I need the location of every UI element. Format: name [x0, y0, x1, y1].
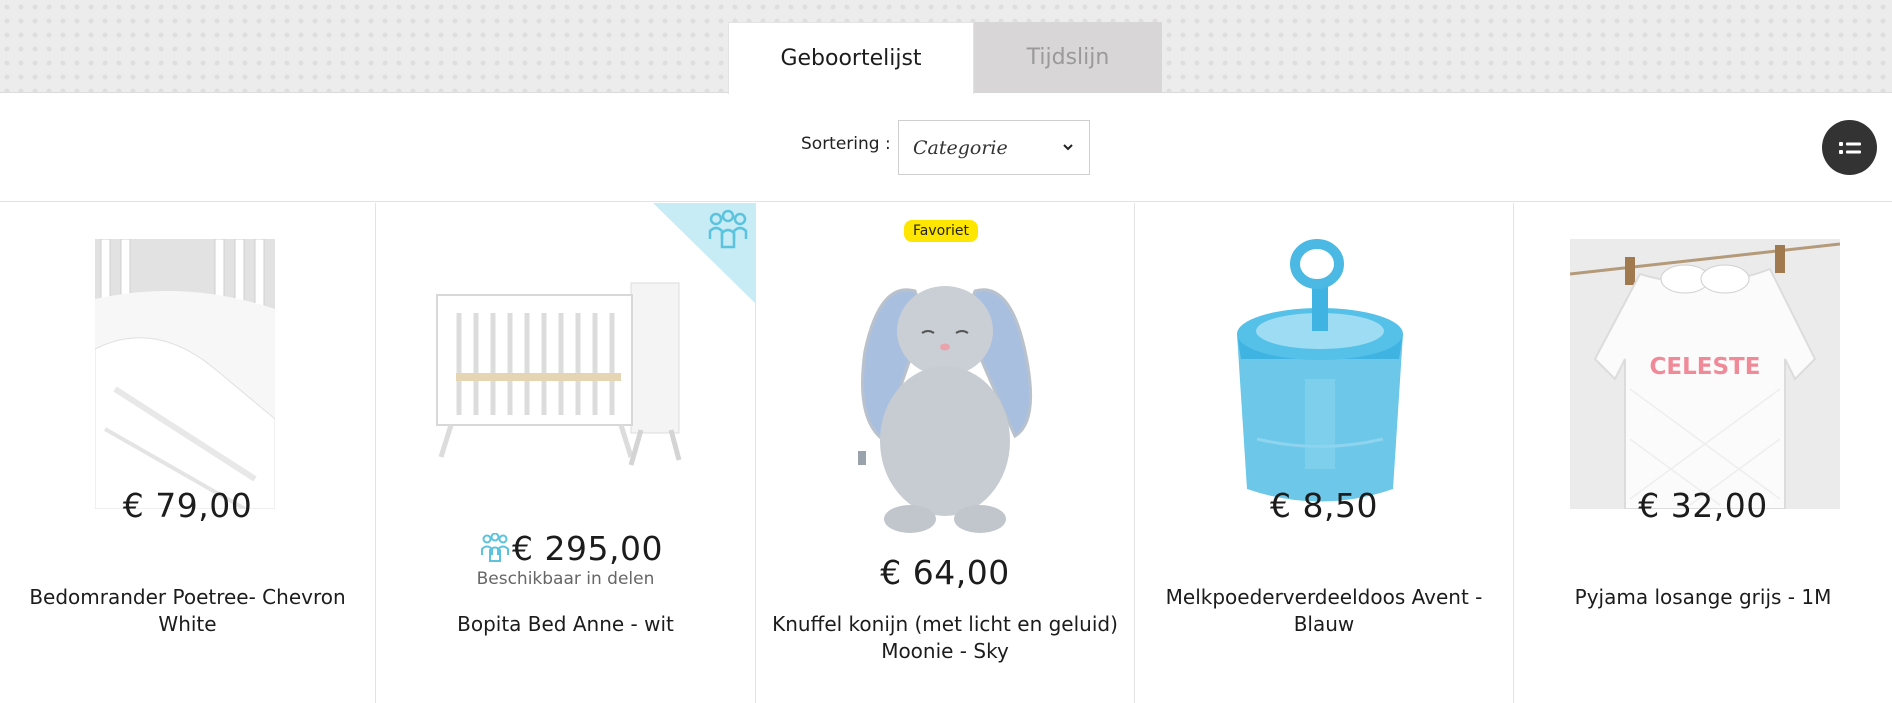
product-price: € 79,00 — [122, 486, 253, 525]
favorite-badge: Favoriet — [904, 220, 978, 242]
product-price: € 295,00 — [512, 529, 663, 568]
product-card[interactable]: CELESTE € 32,00 Pyjama losange grijs - 1… — [1514, 203, 1892, 703]
availability-note: Beschikbaar in delen — [476, 569, 655, 589]
tab-header-band: Geboortelijst Tijdslijn — [0, 0, 1892, 94]
product-price: € 32,00 — [1638, 486, 1768, 525]
product-image — [1217, 239, 1423, 511]
product-grid: € 79,00 Bedomrander Poetree- Chevron Whi… — [0, 203, 1892, 703]
product-price: € 8,50 — [1270, 486, 1378, 525]
sort-bar: Sortering : Categorie — [0, 94, 1892, 202]
product-price: € 64,00 — [880, 553, 1010, 592]
product-card[interactable]: € 79,00 Bedomrander Poetree- Chevron Whi… — [0, 203, 376, 703]
product-name: Melkpoederverdeeldoos Avent - Blauw — [1165, 585, 1483, 636]
product-name: Knuffel konijn (met licht en geluid) Moo… — [772, 612, 1118, 663]
sort-label: Sortering : — [801, 134, 891, 154]
product-card[interactable]: € 295,00 Beschikbaar in delen Bopita Bed… — [376, 203, 756, 703]
tab-geboortelijst[interactable]: Geboortelijst — [728, 22, 974, 94]
tab-label: Tijdslijn — [1026, 45, 1110, 70]
tab-tijdslijn[interactable]: Tijdslijn — [974, 22, 1162, 93]
product-image — [431, 265, 701, 475]
product-name: Bedomrander Poetree- Chevron White — [29, 585, 346, 636]
chevron-down-icon — [1063, 144, 1073, 151]
embroidery-text: CELESTE — [1650, 354, 1761, 380]
sort-select-value: Categorie — [913, 136, 1008, 159]
product-card[interactable]: Favoriet € 64,00 Knuffel konijn (met lic… — [756, 203, 1135, 703]
view-toggle-button[interactable] — [1822, 120, 1877, 175]
product-image: CELESTE — [1570, 239, 1840, 509]
product-name: Pyjama losange grijs - 1M — [1574, 585, 1832, 609]
product-name: Bopita Bed Anne - wit — [457, 612, 674, 636]
product-card[interactable]: € 8,50 Melkpoederverdeeldoos Avent - Bla… — [1135, 203, 1514, 703]
product-image — [810, 261, 1080, 536]
list-view-icon — [1838, 141, 1861, 154]
tab-label: Geboortelijst — [780, 46, 922, 71]
product-image — [95, 239, 275, 509]
sort-select[interactable]: Categorie — [898, 120, 1090, 175]
